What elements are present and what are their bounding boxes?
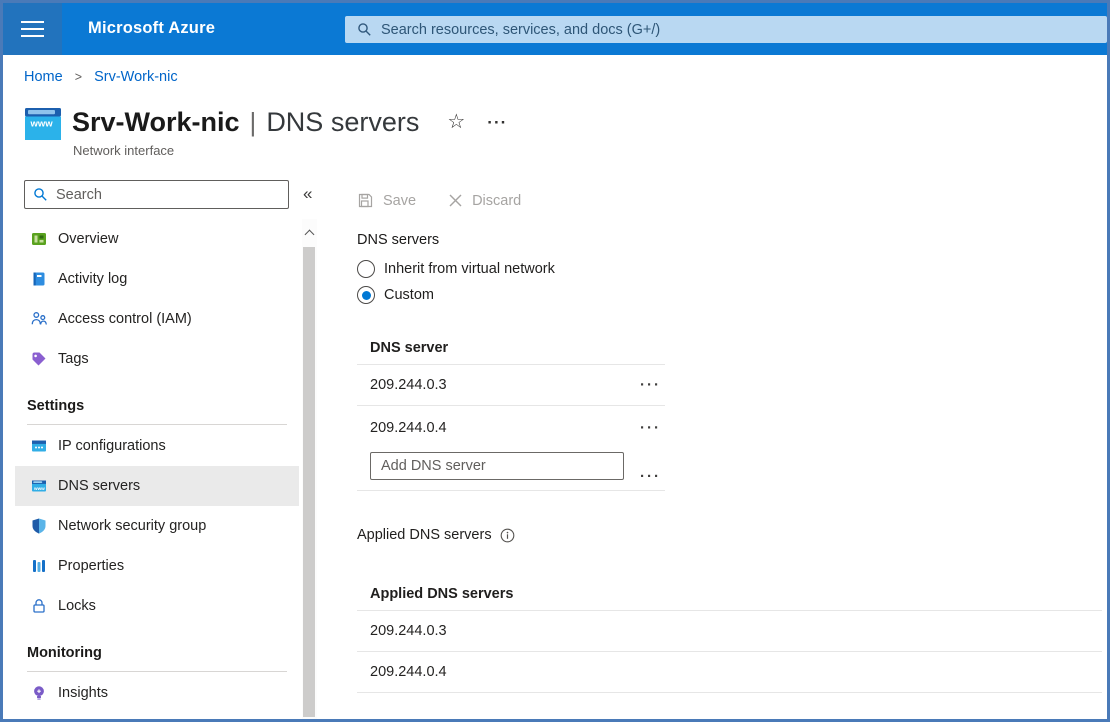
scroll-up-arrow-icon[interactable]: [302, 219, 317, 241]
locks-icon: [30, 597, 48, 615]
applied-dns-column-header: Applied DNS servers: [357, 576, 1102, 611]
breadcrumb-resource-link[interactable]: Srv-Work-nic: [94, 69, 178, 85]
table-row: 209.244.0.3 ···: [357, 365, 665, 406]
save-icon: [357, 192, 374, 209]
dns-servers-icon: www: [30, 477, 48, 495]
ip-configurations-icon: [30, 437, 48, 455]
insights-icon: [30, 684, 48, 702]
sidebar-section-settings: Settings: [27, 395, 299, 417]
sidebar-item-activity-log[interactable]: Activity log: [15, 259, 299, 299]
table-row: 209.244.0.4: [357, 652, 1102, 693]
overview-icon: [30, 230, 48, 248]
sidebar-item-network-security-group[interactable]: Network security group: [15, 506, 299, 546]
sidebar-item-label: Activity log: [58, 271, 127, 287]
save-label: Save: [383, 193, 416, 209]
sidebar-search-box[interactable]: [24, 180, 289, 209]
row-more-options-icon[interactable]: ···: [640, 468, 661, 485]
radio-label: Inherit from virtual network: [384, 261, 555, 277]
sidebar-item-tags[interactable]: Tags: [15, 339, 299, 379]
discard-label: Discard: [472, 193, 521, 209]
tags-icon: [30, 350, 48, 368]
page-title-resource: Srv-Work-nic: [72, 107, 240, 138]
dns-server-column-header: DNS server: [357, 330, 665, 365]
sidebar-collapse-icon[interactable]: «: [303, 184, 312, 204]
table-row: 209.244.0.3: [357, 611, 1102, 652]
row-more-options-icon[interactable]: ···: [640, 377, 661, 394]
radio-custom[interactable]: Custom: [357, 282, 555, 308]
sidebar-item-dns-servers[interactable]: www DNS servers: [15, 466, 299, 506]
sidebar-item-label: Tags: [58, 351, 89, 367]
sidebar-search-input[interactable]: [56, 187, 288, 203]
page-title: Srv-Work-nic | DNS servers ☆ ···: [72, 103, 507, 141]
command-bar: Save Discard: [357, 192, 521, 209]
table-row: 209.244.0.4 ···: [357, 406, 665, 450]
network-interface-icon: www: [24, 106, 62, 147]
discard-button[interactable]: Discard: [448, 193, 521, 209]
applied-dns-servers-label: Applied DNS servers: [357, 527, 515, 543]
sidebar-item-access-control[interactable]: Access control (IAM): [15, 299, 299, 339]
discard-x-icon: [448, 193, 463, 208]
sidebar-section-monitoring: Monitoring: [27, 642, 299, 664]
resource-type-subtitle: Network interface: [73, 143, 174, 158]
sidebar-item-label: Overview: [58, 231, 118, 247]
dns-source-radio-group: Inherit from virtual network Custom: [357, 256, 555, 308]
breadcrumb-home-link[interactable]: Home: [24, 69, 63, 85]
sidebar-menu: Overview Activity log Acc: [15, 219, 299, 713]
add-dns-server-input[interactable]: [370, 452, 624, 480]
row-more-options-icon[interactable]: ···: [640, 420, 661, 437]
breadcrumb-separator: >: [75, 70, 82, 84]
search-icon: [33, 187, 48, 202]
svg-text:www: www: [33, 486, 45, 491]
sidebar-item-label: Properties: [58, 558, 124, 574]
azure-brand[interactable]: Microsoft Azure: [88, 19, 215, 38]
radio-unchecked-icon: [357, 260, 375, 278]
breadcrumb: Home > Srv-Work-nic: [24, 69, 178, 85]
radio-checked-icon: [357, 286, 375, 304]
save-button[interactable]: Save: [357, 192, 416, 209]
top-bar: Microsoft Azure: [3, 3, 1107, 55]
sidebar-scrollbar: [302, 219, 317, 719]
dns-server-value: 209.244.0.4: [370, 420, 447, 436]
radio-inherit-from-vnet[interactable]: Inherit from virtual network: [357, 256, 555, 282]
info-icon[interactable]: [500, 528, 515, 543]
sidebar-item-label: IP configurations: [58, 438, 166, 454]
page-more-options-icon[interactable]: ···: [487, 114, 507, 131]
sidebar-item-insights[interactable]: Insights: [15, 673, 299, 713]
applied-dns-value: 209.244.0.4: [370, 664, 447, 680]
dns-server-value: 209.244.0.3: [370, 377, 447, 393]
applied-dns-servers-table: Applied DNS servers 209.244.0.3 209.244.…: [357, 576, 1102, 693]
dns-server-table: DNS server 209.244.0.3 ··· 209.244.0.4 ·…: [357, 330, 665, 491]
access-control-icon: [30, 310, 48, 328]
radio-label: Custom: [384, 287, 434, 303]
sidebar-item-properties[interactable]: Properties: [15, 546, 299, 586]
scrollbar-thumb[interactable]: [303, 247, 315, 717]
sidebar-item-label: Locks: [58, 598, 96, 614]
page-title-separator: |: [250, 107, 257, 138]
svg-text:www: www: [30, 119, 54, 130]
applied-dns-value: 209.244.0.3: [370, 623, 447, 639]
global-search-input[interactable]: [381, 22, 1107, 38]
azure-portal-window: Microsoft Azure Home > Srv-Work-nic www …: [0, 0, 1110, 722]
sidebar-divider: [27, 671, 287, 672]
sidebar-item-label: Network security group: [58, 518, 206, 534]
dns-servers-field-label: DNS servers: [357, 232, 439, 248]
hamburger-menu-button[interactable]: [3, 3, 62, 55]
properties-icon: [30, 557, 48, 575]
page-title-blade: DNS servers: [266, 107, 419, 138]
sidebar-item-overview[interactable]: Overview: [15, 219, 299, 259]
network-security-group-icon: [30, 517, 48, 535]
global-search-bar[interactable]: [345, 16, 1107, 43]
sidebar-item-label: Access control (IAM): [58, 311, 192, 327]
activity-log-icon: [30, 270, 48, 288]
search-icon: [357, 22, 372, 37]
sidebar-divider: [27, 424, 287, 425]
sidebar-item-ip-configurations[interactable]: IP configurations: [15, 426, 299, 466]
add-dns-server-row: ···: [357, 450, 665, 491]
favorite-star-icon[interactable]: ☆: [447, 112, 465, 132]
sidebar-item-label: DNS servers: [58, 478, 140, 494]
sidebar-item-locks[interactable]: Locks: [15, 586, 299, 626]
sidebar-item-label: Insights: [58, 685, 108, 701]
